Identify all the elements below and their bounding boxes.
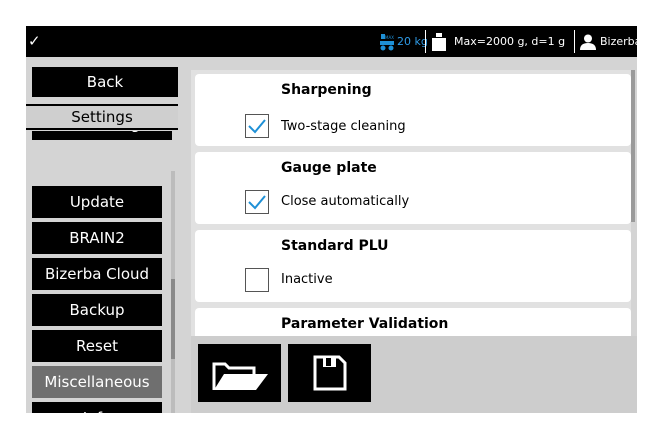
sidebar-item-bizerba-cloud[interactable]: Bizerba Cloud — [32, 258, 162, 290]
settings-header: Settings — [26, 104, 178, 130]
inactive-checkbox[interactable] — [245, 268, 269, 292]
sidebar-item-backup[interactable]: Backup — [32, 294, 162, 326]
back-button[interactable]: Back — [32, 67, 178, 97]
sidebar-list: Licensing Update BRAIN2 Bizerba Cloud Ba… — [26, 131, 172, 413]
sidebar-scrollbar-thumb[interactable] — [171, 279, 175, 359]
weight-icon — [432, 32, 446, 51]
scale-max-icon: MAX — [379, 32, 395, 51]
card-title: Gauge plate — [281, 160, 377, 176]
max-capacity-text: 20 kg — [397, 35, 428, 48]
status-bar: ✓ MAX 20 kg Max=2000 g, d=1 g Bizerb — [26, 26, 637, 57]
scale-range-text: Max=2000 g, d=1 g — [454, 35, 566, 48]
sidebar-item-miscellaneous[interactable]: Miscellaneous — [32, 366, 162, 398]
checkmark-icon — [248, 119, 266, 134]
sidebar-item-info[interactable]: Info — [32, 402, 162, 413]
bottom-toolbar — [191, 336, 637, 413]
card-standard-plu: Standard PLU Inactive — [195, 230, 631, 302]
app-window: ✓ MAX 20 kg Max=2000 g, d=1 g Bizerb Bac… — [26, 26, 637, 413]
checkmark-icon — [248, 195, 266, 210]
panel-scrollbar[interactable] — [631, 70, 635, 222]
checkbox-label: Inactive — [281, 272, 333, 287]
save-icon — [313, 355, 347, 391]
separator — [425, 30, 426, 53]
two-stage-cleaning-checkbox[interactable] — [245, 114, 269, 138]
sidebar-item-update[interactable]: Update — [32, 186, 162, 218]
save-button[interactable] — [288, 344, 371, 402]
checkbox-label: Close automatically — [281, 194, 410, 209]
user-indicator[interactable]: Bizerba — [580, 26, 637, 57]
settings-panel: Sharpening Two-stage cleaning Gauge plat… — [191, 70, 631, 336]
sidebar-item-licensing[interactable]: Licensing — [32, 131, 172, 140]
sidebar: Back Settings Licensing Update BRAIN2 Bi… — [26, 65, 181, 413]
max-capacity-indicator: MAX 20 kg — [379, 26, 428, 57]
card-title: Parameter Validation — [281, 316, 449, 332]
sidebar-item-reset[interactable]: Reset — [32, 330, 162, 362]
card-title: Standard PLU — [281, 238, 389, 254]
sidebar-item-brain2[interactable]: BRAIN2 — [32, 222, 162, 254]
user-name: Bizerba — [600, 35, 637, 48]
separator — [574, 30, 575, 53]
max-icon-label: MAX — [385, 35, 394, 40]
folder-open-icon — [212, 362, 268, 390]
checkmark-icon: ✓ — [28, 32, 41, 50]
card-parameter-validation: Parameter Validation — [195, 308, 631, 336]
user-icon — [580, 34, 596, 50]
scale-range-indicator: Max=2000 g, d=1 g — [432, 26, 565, 57]
open-folder-button[interactable] — [198, 344, 281, 402]
checkbox-label: Two-stage cleaning — [281, 119, 406, 134]
card-title: Sharpening — [281, 82, 372, 98]
close-automatically-checkbox[interactable] — [245, 190, 269, 214]
card-sharpening: Sharpening Two-stage cleaning — [195, 74, 631, 146]
card-gauge-plate: Gauge plate Close automatically — [195, 152, 631, 224]
